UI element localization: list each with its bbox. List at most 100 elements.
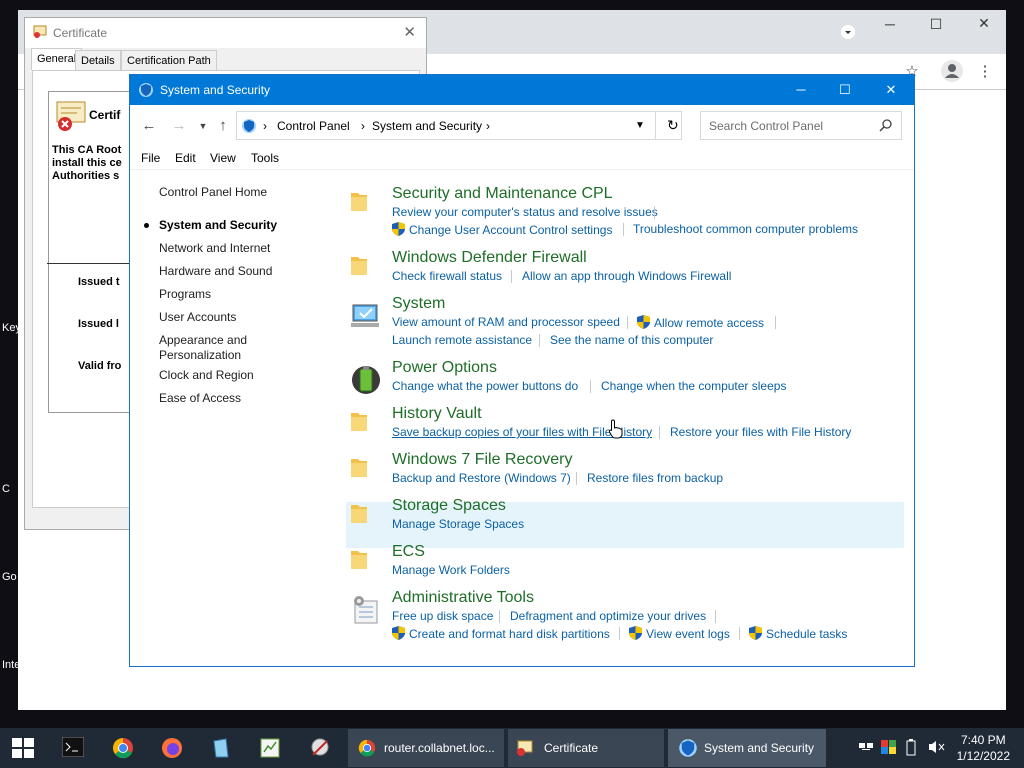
notepad-icon[interactable] <box>210 737 232 768</box>
sidebar-item-user-accounts[interactable]: User Accounts <box>159 310 236 324</box>
certificate-purpose-line: install this ce <box>52 157 122 169</box>
sidebar-item-hardware[interactable]: Hardware and Sound <box>159 264 272 278</box>
tab-search-icon[interactable] <box>838 24 858 43</box>
volume-muted-icon[interactable] <box>928 739 946 758</box>
breadcrumb-chevron-icon[interactable]: › <box>486 119 490 133</box>
divider <box>659 426 660 439</box>
divider <box>654 206 655 219</box>
minimize-icon[interactable]: ─ <box>880 16 900 32</box>
admin-tools-icon <box>349 593 379 624</box>
task-link[interactable]: Allow remote access <box>637 315 764 330</box>
system-monitor-icon <box>349 299 379 329</box>
search-box[interactable]: Search Control Panel <box>700 111 902 140</box>
category-title[interactable]: History Vault <box>392 405 482 423</box>
tab-certification-path[interactable]: Certification Path <box>121 50 217 70</box>
task-link[interactable]: Manage Work Folders <box>392 563 510 577</box>
uac-shield-icon <box>392 222 405 236</box>
close-icon[interactable]: ✕ <box>868 75 914 105</box>
search-icon[interactable] <box>879 118 893 135</box>
color-app-icon[interactable] <box>881 740 896 757</box>
task-link[interactable]: Check firewall status <box>392 269 502 283</box>
battery-icon[interactable] <box>906 738 916 759</box>
address-bar[interactable]: › Control Panel › System and Security › … <box>236 111 682 140</box>
taskbar-task-chrome[interactable]: router.collabnet.loc... <box>348 729 504 767</box>
category-title[interactable]: Storage Spaces <box>392 497 506 515</box>
task-link[interactable]: Launch remote assistance <box>392 333 532 347</box>
task-link[interactable]: Restore your files with File History <box>670 425 851 439</box>
maximize-icon[interactable]: ☐ <box>926 16 946 33</box>
search-input[interactable]: Search Control Panel <box>709 119 823 133</box>
task-label: System and Security <box>704 741 815 755</box>
sidebar-item-system-security[interactable]: System and Security <box>159 218 277 232</box>
start-windows-icon[interactable] <box>12 738 34 768</box>
window-title: Certificate <box>53 26 108 40</box>
chrome-menu-icon[interactable]: ⋮ <box>975 62 995 80</box>
category-title[interactable]: Security and Maintenance CPL <box>392 185 613 203</box>
recent-locations-chevron-icon[interactable]: ▼ <box>194 121 212 131</box>
task-link[interactable]: Restore files from backup <box>587 471 723 485</box>
breadcrumb-control-panel[interactable]: Control Panel <box>277 119 350 133</box>
menu-file[interactable]: File <box>141 151 160 165</box>
spreadsheet-icon[interactable] <box>259 737 281 768</box>
task-link[interactable]: Change when the computer sleeps <box>601 379 786 393</box>
chrome-icon[interactable] <box>112 737 134 768</box>
close-icon[interactable]: ✕ <box>974 15 994 32</box>
category-title[interactable]: Windows 7 File Recovery <box>392 451 573 469</box>
system-clock[interactable]: 7:40 PM 1/12/2022 <box>957 732 1010 764</box>
task-link[interactable]: Free up disk space <box>392 609 493 623</box>
menu-edit[interactable]: Edit <box>175 151 196 165</box>
category-title[interactable]: ECS <box>392 543 425 561</box>
firefox-icon[interactable] <box>161 737 183 768</box>
breadcrumb-chevron-icon[interactable]: › <box>361 119 365 133</box>
maximize-icon[interactable]: ☐ <box>822 75 868 105</box>
task-link[interactable]: Backup and Restore (Windows 7) <box>392 471 571 485</box>
category-title[interactable]: Power Options <box>392 359 497 377</box>
back-arrow-icon[interactable]: ← <box>140 117 158 134</box>
desktop-icon-label[interactable]: Go <box>2 571 17 583</box>
sidebar-item-clock-region[interactable]: Clock and Region <box>159 368 254 382</box>
task-link[interactable]: View event logs <box>629 626 730 641</box>
up-arrow-icon[interactable]: ↑ <box>214 117 232 134</box>
snipping-tool-icon[interactable] <box>309 737 331 768</box>
sidebar-item-appearance[interactable]: Personalization <box>159 348 241 362</box>
breadcrumb-system-security[interactable]: System and Security <box>372 119 482 133</box>
issued-to-label: Issued t <box>78 276 120 288</box>
taskbar-task-certificate[interactable]: Certificate <box>508 729 664 767</box>
profile-avatar-icon[interactable] <box>941 60 963 82</box>
sidebar-item-control-panel-home[interactable]: Control Panel Home <box>159 185 267 199</box>
network-icon[interactable] <box>858 740 874 757</box>
task-link[interactable]: Schedule tasks <box>749 626 847 641</box>
category-title[interactable]: Administrative Tools <box>392 589 534 607</box>
close-icon[interactable]: ✕ <box>403 23 416 41</box>
category-title[interactable]: System <box>392 295 445 313</box>
task-link[interactable]: Manage Storage Spaces <box>392 517 524 531</box>
task-link[interactable]: Change User Account Control settings <box>392 222 612 237</box>
sidebar-item-appearance[interactable]: Appearance and <box>159 333 247 347</box>
divider <box>619 627 620 640</box>
task-link[interactable]: View amount of RAM and processor speed <box>392 315 620 329</box>
menu-tools[interactable]: Tools <box>251 151 279 165</box>
refresh-icon[interactable]: ↻ <box>667 117 679 134</box>
address-dropdown-icon[interactable]: ▼ <box>635 120 645 131</box>
task-link[interactable]: Defragment and optimize your drives <box>510 609 706 623</box>
task-link[interactable]: Allow an app through Windows Firewall <box>522 269 731 283</box>
task-link[interactable]: Review your computer's status and resolv… <box>392 205 658 219</box>
window-title: System and Security <box>160 83 271 97</box>
sidebar-item-programs[interactable]: Programs <box>159 287 211 301</box>
uac-shield-icon <box>392 626 405 640</box>
task-link[interactable]: Create and format hard disk partitions <box>392 626 610 641</box>
menu-view[interactable]: View <box>210 151 236 165</box>
forward-arrow-icon[interactable]: → <box>170 117 188 134</box>
taskbar-task-system-security[interactable]: System and Security <box>668 729 826 767</box>
task-link[interactable]: See the name of this computer <box>550 333 713 347</box>
desktop-icon-label[interactable]: C <box>2 483 10 495</box>
tab-details[interactable]: Details <box>75 50 121 70</box>
task-link[interactable]: Troubleshoot common computer problems <box>633 222 858 236</box>
breadcrumb-chevron-icon[interactable]: › <box>263 119 267 133</box>
terminal-icon[interactable] <box>61 736 85 768</box>
sidebar-item-ease-of-access[interactable]: Ease of Access <box>159 391 241 405</box>
task-link[interactable]: Change what the power buttons do <box>392 379 578 393</box>
sidebar-item-network[interactable]: Network and Internet <box>159 241 270 255</box>
minimize-icon[interactable]: ─ <box>778 75 824 105</box>
category-title[interactable]: Windows Defender Firewall <box>392 249 587 267</box>
